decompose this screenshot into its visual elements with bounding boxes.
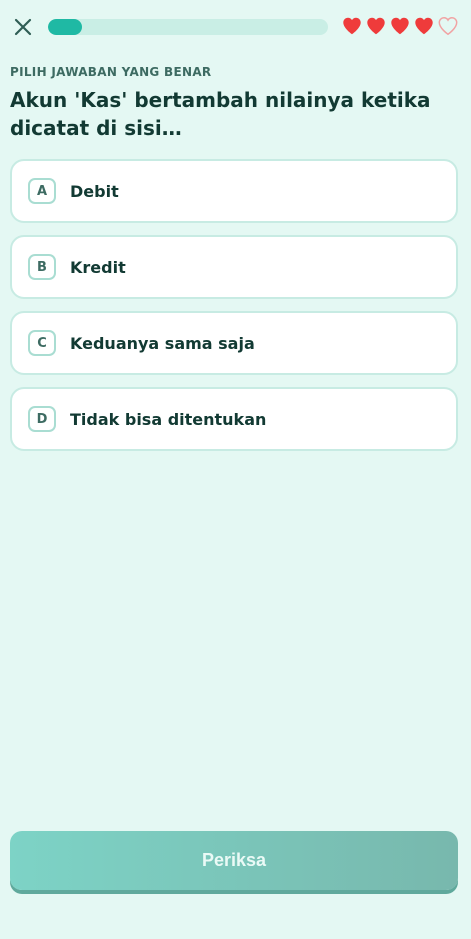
option-letter: C — [28, 330, 56, 356]
progress-bar — [48, 19, 328, 35]
heart-full-icon — [391, 17, 409, 35]
answer-options: A Debit B Kredit C Keduanya sama saja D … — [10, 159, 458, 463]
check-button[interactable]: Periksa — [10, 831, 458, 890]
option-d[interactable]: D Tidak bisa ditentukan — [10, 387, 458, 451]
heart-empty-icon — [438, 17, 458, 36]
heart-full-icon — [343, 17, 361, 35]
heart-full-icon — [415, 17, 433, 35]
option-letter: D — [28, 406, 56, 432]
option-label: Keduanya sama saja — [70, 333, 255, 353]
heart-full-icon — [367, 17, 385, 35]
close-icon — [14, 18, 32, 36]
question-text: Akun 'Kas' bertambah nilainya ketika dic… — [10, 88, 431, 140]
option-label: Debit — [70, 181, 119, 201]
option-a[interactable]: A Debit — [10, 159, 458, 223]
option-b[interactable]: B Kredit — [10, 235, 458, 299]
option-letter: B — [28, 254, 56, 280]
progress-fill — [48, 19, 82, 35]
lives-indicator — [341, 15, 459, 37]
option-label: Tidak bisa ditentukan — [70, 409, 267, 429]
option-letter: A — [28, 178, 56, 204]
option-label: Kredit — [70, 257, 126, 277]
close-button[interactable] — [10, 12, 36, 42]
instruction-text: PILIH JAWABAN YANG BENAR — [10, 65, 212, 79]
top-bar — [10, 12, 461, 42]
option-c[interactable]: C Keduanya sama saja — [10, 311, 458, 375]
quiz-screen: PILIH JAWABAN YANG BENAR Akun 'Kas' bert… — [0, 0, 471, 939]
